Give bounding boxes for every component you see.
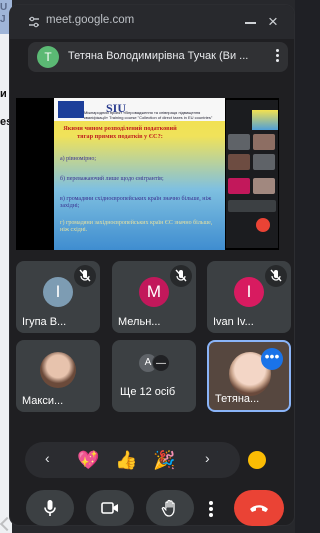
participant-tile[interactable]: I Ivan Iv... [207,261,291,333]
mini-tile [253,134,275,150]
camera-button[interactable] [86,490,134,526]
participant-name: Ігупа В... [22,316,67,328]
presentation-slide: SIU Міжнародний проєкт «Впровадження та … [54,98,225,250]
end-call-button[interactable] [234,490,284,526]
chevron-right-icon[interactable]: › [205,450,210,466]
meeting-title: Тетяна Володимирівна Тучак (Ви ... [68,50,249,62]
screen: U J и es meet.google.com × T Тетяна Воло… [0,0,295,533]
more-vert-icon[interactable] [200,492,222,524]
more-participants-tile[interactable]: A — Ще 12 осіб [112,340,196,412]
avatar: — [152,354,170,372]
avatar: T [37,46,59,68]
party-popper-emoji[interactable]: 🎉 [153,448,175,472]
slide-option: г) громадяни західноєвропейських країн Є… [60,220,213,233]
participant-tile[interactable]: I Ігупа В... [16,261,100,333]
participant-name: Ivan Iv... [213,316,254,328]
reactions-bar: ‹ 💖 👍 🎉 › [25,442,240,478]
raise-hand-button[interactable] [146,490,194,526]
background-text-2: J [0,14,6,25]
participant-name: Макси... [22,395,64,407]
presentation-tile[interactable]: SIU Міжнародний проєкт «Впровадження та … [16,98,279,250]
mic-off-icon [170,265,192,287]
self-view-tile[interactable]: ••• Тетяна... [207,340,291,412]
mic-off-icon [74,265,96,287]
url-bar: meet.google.com × [10,5,294,39]
url-text: meet.google.com [46,14,135,26]
participant-name: Ще 12 осіб [120,386,176,398]
background-text-3: и [0,88,7,100]
thumbs-up-emoji[interactable]: 👍 [115,448,137,472]
mini-tile [228,154,250,170]
participant-tile[interactable]: Макси... [16,340,100,412]
chevron-left-icon[interactable]: ‹ [45,450,50,466]
participant-tile[interactable]: M Мельн... [112,261,196,333]
slide-option: б) переважаючий лише щодо ємігрантів; [60,176,164,182]
slide-question: Якими чином розподілений податковий тяга… [63,125,177,140]
minimize-icon[interactable] [245,22,256,24]
slide-banner: Міжнародний проєкт «Впровадження та спів… [84,110,213,120]
camera-icon [101,502,118,514]
more-vert-icon[interactable] [272,47,282,67]
mini-end-call-icon [256,218,270,232]
mini-slide-thumbnail [252,110,278,130]
eu-flag-icon [58,101,84,118]
heart-emoji[interactable]: 💖 [77,448,99,472]
avatar [40,352,76,388]
skin-tone-button[interactable] [248,451,266,469]
close-icon[interactable]: × [264,13,282,31]
raise-hand-icon [161,499,175,517]
slide-option: а) рівномірно; [60,156,97,162]
participant-name: Тетяна... [215,393,260,405]
mini-tile [253,178,275,194]
participant-name: Мельн... [118,316,161,328]
end-call-icon [250,505,268,512]
mini-tile [228,200,276,212]
mic-button[interactable] [26,490,74,526]
avatar: I [43,277,73,307]
slide-header: SIU Міжнародний проєкт «Впровадження та … [54,98,225,121]
avatar: M [139,277,169,307]
slide-option: в) громадяни східноєвропейських країн зн… [60,196,212,209]
meeting-title-bar[interactable]: T Тетяна Володимирівна Тучак (Ви ... [28,42,288,72]
more-options-button[interactable]: ••• [261,348,283,370]
more-participants-avatars: A — [139,354,173,372]
mic-off-icon [265,265,287,287]
avatar: I [234,277,264,307]
tune-icon[interactable] [28,16,40,28]
mini-tile [228,134,250,150]
background-text-1: U [0,2,8,13]
mini-tile [253,154,275,170]
presenter-thumbnail-panel [226,100,278,248]
mini-tile [228,178,250,194]
microphone-icon [44,500,56,516]
